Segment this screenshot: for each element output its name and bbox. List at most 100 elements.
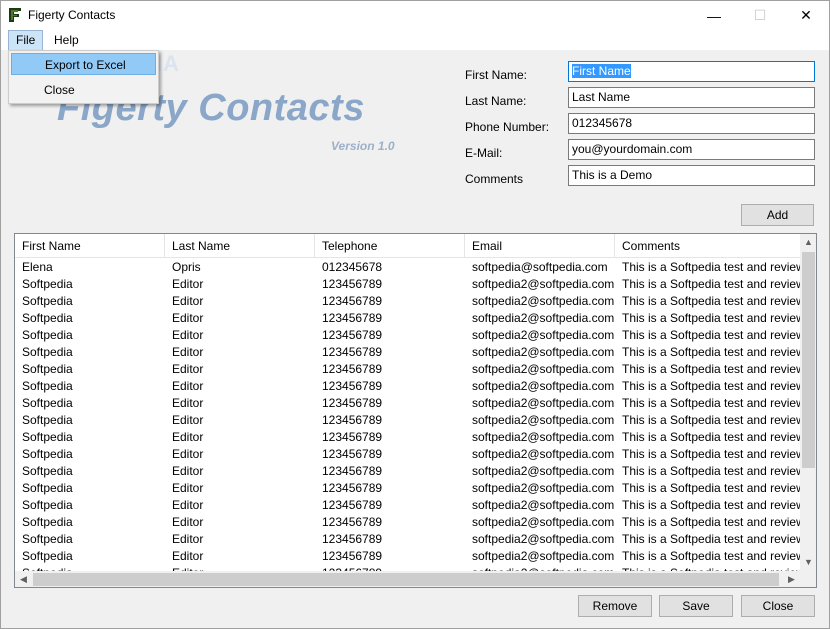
cell-telephone: 123456789	[322, 396, 383, 410]
cell-last-name: Editor	[172, 328, 204, 342]
remove-button[interactable]: Remove	[578, 595, 652, 617]
table-row[interactable]: Softpedia Editor 123456789 softpedia2@softp…	[15, 463, 800, 480]
column-email[interactable]: Email	[465, 234, 615, 258]
scroll-up-arrow-icon[interactable]: ▲	[800, 234, 816, 251]
add-button[interactable]: Add	[741, 204, 814, 226]
cell-comments: This is a Softpedia test and review	[622, 498, 800, 512]
cell-last-name: Editor	[172, 515, 204, 529]
cell-email: softpedia2@softpedia.com	[472, 498, 615, 512]
column-first-name[interactable]: First Name	[15, 234, 165, 258]
table-row[interactable]: Softpedia Editor 123456789 softpedia2@softp…	[15, 531, 800, 548]
phone-label: Phone Number:	[465, 120, 550, 134]
table-row[interactable]: Softpedia Editor 123456789 softpedia2@softp…	[15, 446, 800, 463]
column-last-name[interactable]: Last Name	[165, 234, 315, 258]
cell-first-name: Softpedia	[22, 362, 73, 376]
close-button[interactable]: Close	[741, 595, 815, 617]
cell-comments: This is a Softpedia test and review	[622, 260, 800, 274]
cell-first-name: Softpedia	[22, 447, 73, 461]
scroll-right-arrow-icon[interactable]: ▶	[783, 571, 800, 587]
app-icon	[9, 8, 21, 22]
vertical-scrollbar[interactable]: ▲ ▼	[800, 234, 816, 571]
table-row[interactable]: Softpedia Editor 123456789 softpedia2@softp…	[15, 293, 800, 310]
cell-telephone: 123456789	[322, 464, 383, 478]
table-row[interactable]: Softpedia Editor 123456789 softpedia2@softp…	[15, 429, 800, 446]
scroll-down-arrow-icon[interactable]: ▼	[800, 554, 816, 571]
cell-comments: This is a Softpedia test and review	[622, 464, 800, 478]
table-row[interactable]: Softpedia Editor 123456789 softpedia2@softp…	[15, 378, 800, 395]
table-row[interactable]: Elena Opris 012345678 softpedia@softpedia.c…	[15, 259, 800, 276]
cell-telephone: 123456789	[322, 413, 383, 427]
cell-telephone: 123456789	[322, 328, 383, 342]
contacts-table[interactable]: First Name Last Name Telephone Email Com…	[14, 233, 817, 588]
column-comments[interactable]: Comments	[615, 234, 800, 258]
cell-email: softpedia2@softpedia.com	[472, 481, 615, 495]
title-bar[interactable]: Figerty Contacts — ☐ ✕	[1, 1, 829, 30]
phone-field[interactable]: 012345678	[568, 113, 815, 134]
cell-first-name: Softpedia	[22, 464, 73, 478]
menu-close[interactable]: Close	[11, 79, 156, 101]
maximize-button[interactable]: ☐	[737, 1, 783, 30]
table-row[interactable]: Softpedia Editor 123456789 softpedia2@softp…	[15, 480, 800, 497]
table-row[interactable]: Softpedia Editor 123456789 softpedia2@softp…	[15, 548, 800, 565]
table-row[interactable]: Softpedia Editor 123456789 softpedia2@softp…	[15, 276, 800, 293]
cell-telephone: 123456789	[322, 294, 383, 308]
cell-email: softpedia2@softpedia.com	[472, 413, 615, 427]
comments-field[interactable]: This is a Demo	[568, 165, 815, 186]
cell-last-name: Editor	[172, 413, 204, 427]
cell-last-name: Editor	[172, 447, 204, 461]
table-header: First Name Last Name Telephone Email Com…	[15, 234, 816, 258]
table-row[interactable]: Softpedia Editor 123456789 softpedia2@softp…	[15, 514, 800, 531]
cell-comments: This is a Softpedia test and review	[622, 362, 800, 376]
table-row[interactable]: Softpedia Editor 123456789 softpedia2@softp…	[15, 497, 800, 514]
scroll-left-arrow-icon[interactable]: ◀	[15, 571, 32, 587]
cell-telephone: 123456789	[322, 498, 383, 512]
column-telephone[interactable]: Telephone	[315, 234, 465, 258]
table-row[interactable]: Softpedia Editor 123456789 softpedia2@softp…	[15, 361, 800, 378]
vertical-scroll-thumb[interactable]	[802, 252, 815, 468]
cell-telephone: 123456789	[322, 430, 383, 444]
cell-last-name: Editor	[172, 294, 204, 308]
email-field[interactable]: you@yourdomain.com	[568, 139, 815, 160]
cell-telephone: 123456789	[322, 345, 383, 359]
save-button[interactable]: Save	[659, 595, 733, 617]
cell-last-name: Editor	[172, 549, 204, 563]
table-body: Elena Opris 012345678 softpedia@softpedia.c…	[15, 259, 800, 571]
minimize-button[interactable]: —	[691, 1, 737, 30]
table-row[interactable]: Softpedia Editor 123456789 softpedia2@softp…	[15, 344, 800, 361]
menu-export-to-excel[interactable]: Export to Excel	[11, 53, 156, 75]
file-menu-dropdown: Export to Excel Close	[8, 50, 159, 104]
cell-telephone: 123456789	[322, 277, 383, 291]
cell-comments: This is a Softpedia test and review	[622, 328, 800, 342]
cell-comments: This is a Softpedia test and review	[622, 515, 800, 529]
last-name-field[interactable]: Last Name	[568, 87, 815, 108]
cell-first-name: Softpedia	[22, 396, 73, 410]
cell-last-name: Editor	[172, 277, 204, 291]
menu-help[interactable]: Help	[47, 30, 86, 50]
cell-comments: This is a Softpedia test and review	[622, 532, 800, 546]
table-row[interactable]: Softpedia Editor 123456789 softpedia2@softp…	[15, 310, 800, 327]
cell-telephone: 123456789	[322, 481, 383, 495]
cell-first-name: Softpedia	[22, 498, 73, 512]
cell-email: softpedia2@softpedia.com	[472, 277, 615, 291]
table-row[interactable]: Softpedia Editor 123456789 softpedia2@softp…	[15, 327, 800, 344]
cell-first-name: Softpedia	[22, 294, 73, 308]
cell-comments: This is a Softpedia test and review	[622, 311, 800, 325]
table-row[interactable]: Softpedia Editor 123456789 softpedia2@softp…	[15, 395, 800, 412]
horizontal-scroll-thumb[interactable]	[33, 573, 779, 586]
cell-first-name: Softpedia	[22, 277, 73, 291]
cell-last-name: Opris	[172, 260, 201, 274]
horizontal-scrollbar[interactable]: ◀ ▶	[15, 571, 800, 587]
menu-file[interactable]: File	[8, 30, 44, 51]
cell-first-name: Softpedia	[22, 430, 73, 444]
cell-email: softpedia2@softpedia.com	[472, 532, 615, 546]
close-window-button[interactable]: ✕	[783, 1, 829, 30]
cell-email: softpedia2@softpedia.com	[472, 464, 615, 478]
cell-last-name: Editor	[172, 379, 204, 393]
app-version: Version 1.0	[331, 139, 395, 153]
cell-last-name: Editor	[172, 498, 204, 512]
cell-email: softpedia@softpedia.com	[472, 260, 608, 274]
table-row[interactable]: Softpedia Editor 123456789 softpedia2@softp…	[15, 412, 800, 429]
app-window: Figerty Contacts — ☐ ✕ File Help SOFTPED…	[0, 0, 830, 629]
first-name-value: First Name	[572, 64, 631, 78]
first-name-field[interactable]: First Name	[568, 61, 815, 82]
